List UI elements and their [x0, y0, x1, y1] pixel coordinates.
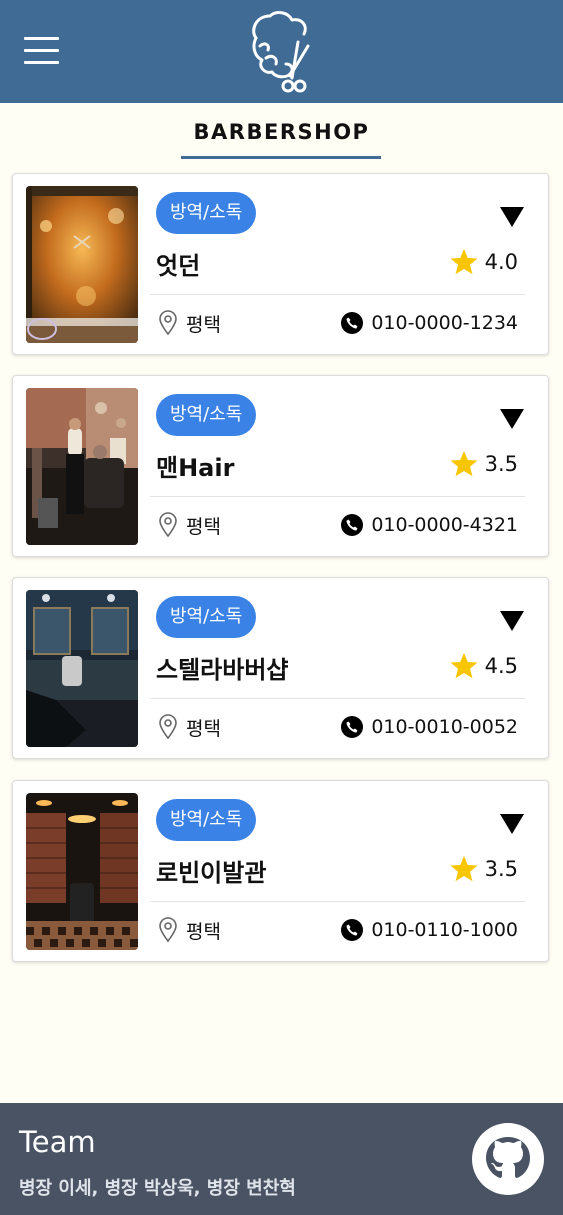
shop-photo — [26, 388, 138, 545]
shop-rating: 3.5 — [449, 853, 518, 885]
title-underline — [181, 156, 381, 159]
disinfection-badge: 방역/소독 — [156, 394, 257, 436]
shop-name: 엇던 — [156, 252, 201, 280]
shop-card[interactable]: 방역/소독 로빈이발관 3.5 평택 010-0110-1000 — [12, 780, 549, 962]
phone-number[interactable]: 010-0010-0052 — [371, 716, 518, 738]
disinfection-badge: 방역/소독 — [156, 799, 257, 841]
shop-rating: 3.5 — [449, 448, 518, 480]
star-icon — [450, 450, 478, 477]
triangle-down-icon[interactable] — [499, 610, 525, 632]
card-divider — [150, 901, 525, 902]
triangle-down-icon[interactable] — [499, 813, 525, 835]
shop-card[interactable]: 방역/소독 스텔라바버샵 4.5 평택 010-0010-0052 — [12, 577, 549, 759]
location-text: 평택 — [186, 717, 221, 740]
triangle-down-icon[interactable] — [499, 206, 525, 228]
disinfection-badge: 방역/소독 — [156, 192, 257, 234]
shop-card[interactable]: 방역/소독 엇던 4.0 평택 010-0000-1234 — [12, 173, 549, 355]
location-text: 평택 — [186, 515, 221, 538]
rating-value: 4.5 — [484, 654, 518, 678]
star-icon — [450, 248, 478, 275]
shop-location: 평택 — [158, 915, 221, 945]
phone-icon — [341, 919, 364, 941]
shop-photo — [26, 590, 138, 747]
location-text: 평택 — [186, 920, 221, 943]
page-title-section: BARBERSHOP — [0, 103, 563, 165]
card-divider — [150, 294, 525, 295]
map-pin-icon — [159, 714, 177, 740]
shop-phone[interactable]: 010-0110-1000 — [341, 915, 518, 945]
card-divider — [150, 698, 525, 699]
phone-number[interactable]: 010-0000-1234 — [371, 312, 518, 334]
shop-photo — [26, 793, 138, 950]
app-header — [0, 0, 563, 103]
shop-phone[interactable]: 010-0010-0052 — [341, 712, 518, 742]
triangle-down-icon[interactable] — [499, 408, 525, 430]
map-pin-icon — [159, 512, 177, 538]
star-icon — [450, 652, 478, 679]
shop-name: 로빈이발관 — [156, 859, 267, 887]
rating-value: 3.5 — [484, 452, 518, 476]
card-divider — [150, 496, 525, 497]
shop-location: 평택 — [158, 712, 221, 742]
footer-title: Team — [19, 1125, 96, 1159]
barber-scissors-logo-icon[interactable] — [246, 8, 318, 98]
map-pin-icon — [159, 310, 177, 336]
github-icon[interactable] — [472, 1123, 544, 1195]
team-members: 병장 이세, 병장 박상욱, 병장 변찬혁 — [19, 1178, 296, 1199]
phone-number[interactable]: 010-0110-1000 — [371, 919, 518, 941]
phone-number[interactable]: 010-0000-4321 — [371, 514, 518, 536]
shop-location: 평택 — [158, 510, 221, 540]
shop-photo — [26, 186, 138, 343]
shop-card[interactable]: 방역/소독 맨Hair 3.5 평택 010-0000-4321 — [12, 375, 549, 557]
rating-value: 4.0 — [484, 250, 518, 274]
rating-value: 3.5 — [484, 857, 518, 881]
shop-rating: 4.0 — [449, 246, 518, 278]
shop-rating: 4.5 — [449, 650, 518, 682]
star-icon — [450, 855, 478, 882]
shop-name: 스텔라바버샵 — [156, 656, 289, 684]
shop-phone[interactable]: 010-0000-1234 — [341, 308, 518, 338]
location-text: 평택 — [186, 313, 221, 336]
phone-icon — [341, 312, 364, 334]
map-pin-icon — [159, 917, 177, 943]
team-footer: Team 병장 이세, 병장 박상욱, 병장 변찬혁 — [0, 1103, 563, 1215]
phone-icon — [341, 514, 364, 536]
disinfection-badge: 방역/소독 — [156, 596, 257, 638]
shop-name: 맨Hair — [156, 454, 235, 482]
phone-icon — [341, 716, 364, 738]
shop-location: 평택 — [158, 308, 221, 338]
page-title: BARBERSHOP — [193, 120, 370, 144]
shop-phone[interactable]: 010-0000-4321 — [341, 510, 518, 540]
hamburger-menu-icon[interactable] — [24, 37, 59, 65]
